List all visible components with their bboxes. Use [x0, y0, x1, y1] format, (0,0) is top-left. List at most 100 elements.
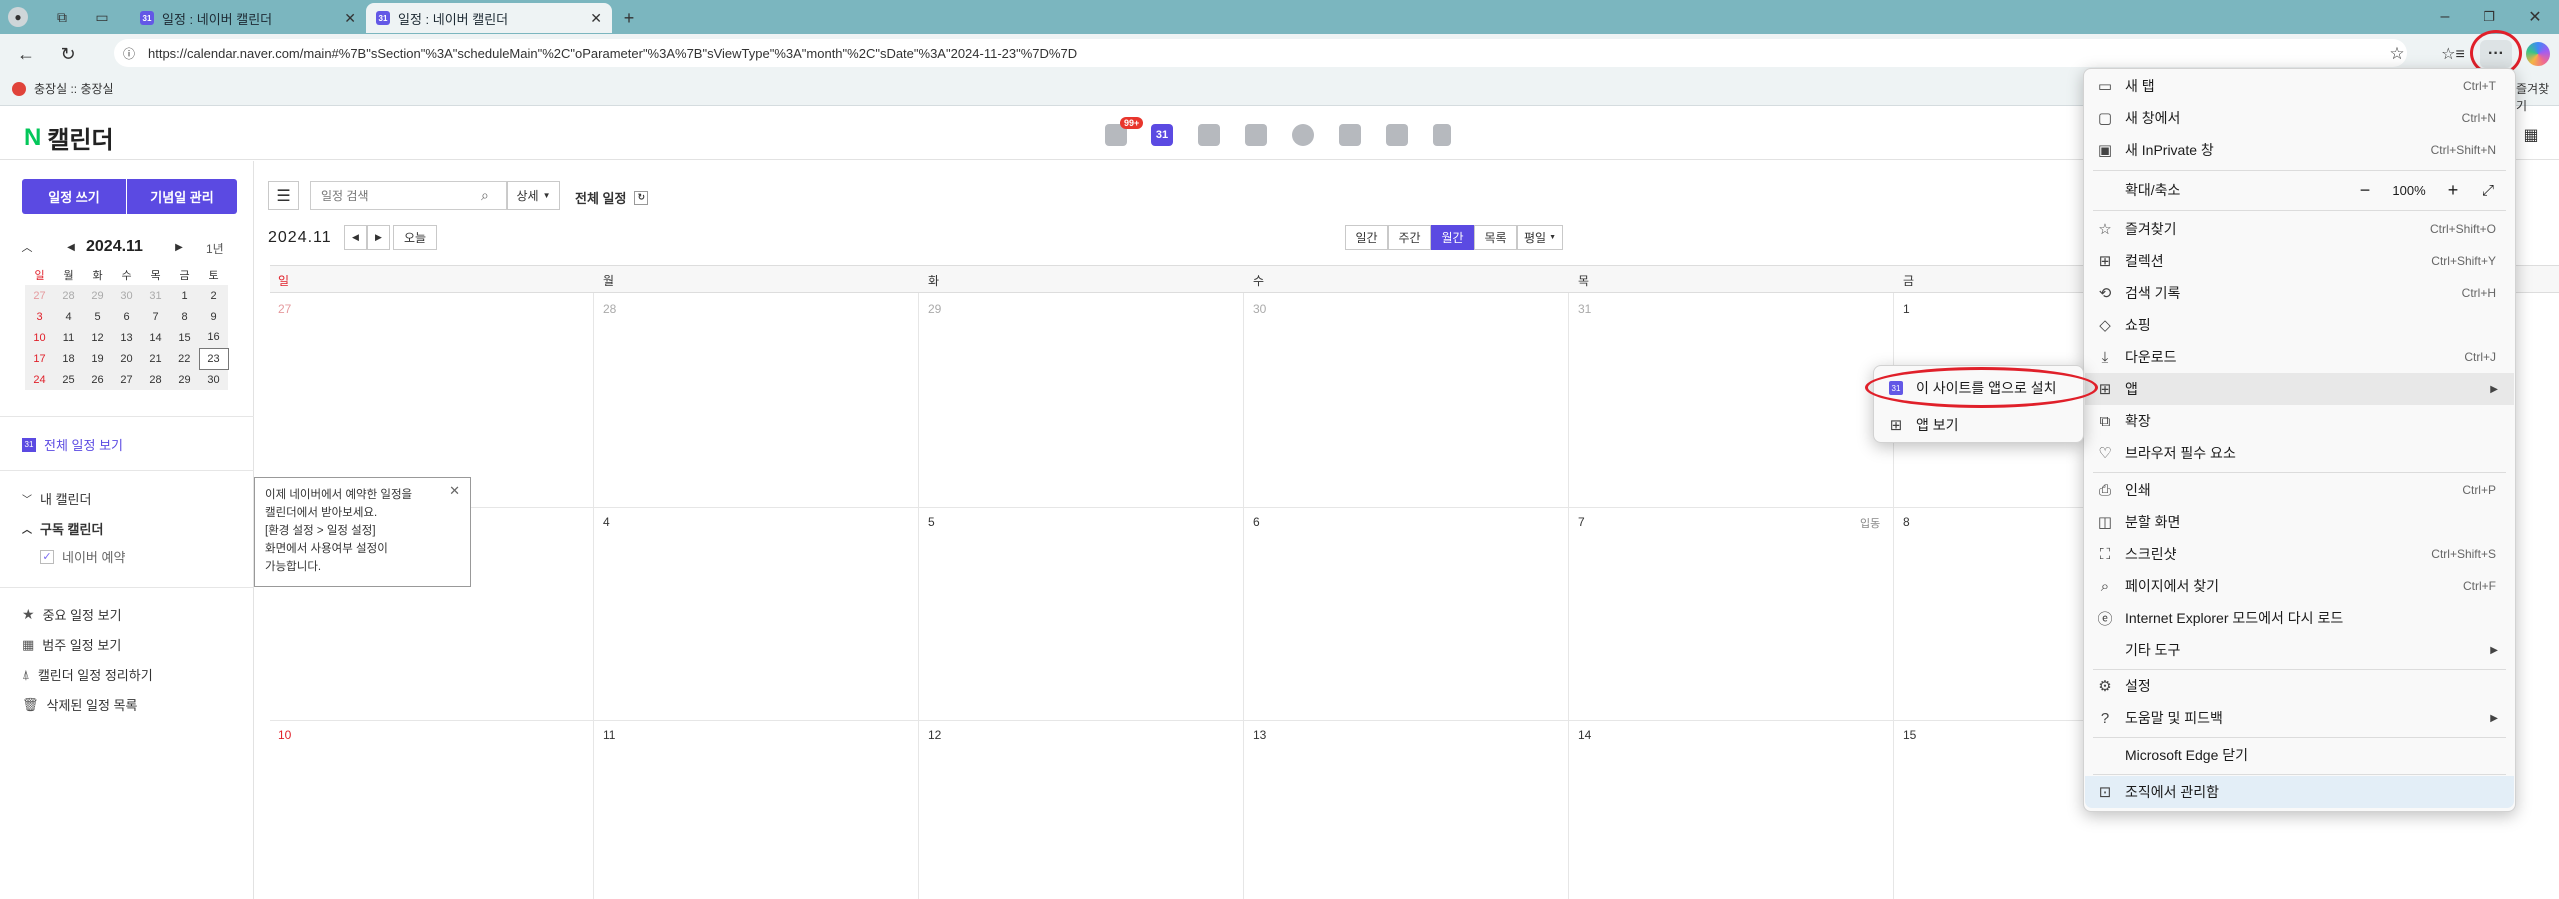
day-cell-number[interactable]: 6	[1253, 515, 1260, 529]
new-tab-plus-icon[interactable]: +	[618, 7, 640, 29]
day-cell-number[interactable]: 11	[603, 728, 615, 742]
mini-day[interactable]: 1	[170, 285, 199, 306]
mini-day[interactable]: 29	[170, 369, 199, 390]
mini-day[interactable]: 26	[83, 369, 112, 390]
day-cell-number[interactable]: 5	[928, 515, 935, 529]
menu-item-inprivate[interactable]: ▣ 새 InPrivate 창 Ctrl+Shift+N	[2085, 134, 2514, 166]
mini-day[interactable]: 10	[25, 327, 54, 348]
category-schedules-link[interactable]: ▦ 범주 일정 보기	[22, 635, 121, 654]
mini-day[interactable]: 5	[83, 306, 112, 327]
day-cell-number[interactable]: 12	[928, 728, 941, 742]
menu-item-find[interactable]: ⌕ 페이지에서 찾기 Ctrl+F	[2085, 570, 2514, 602]
mini-day[interactable]: 22	[170, 348, 199, 369]
mini-day[interactable]: 19	[83, 348, 112, 369]
mini-day[interactable]: 28	[54, 285, 83, 306]
menu-item-close-edge[interactable]: Microsoft Edge 닫기	[2085, 739, 2514, 771]
anniversary-button[interactable]: 기념일 관리	[127, 179, 237, 214]
day-cell-number[interactable]: 10	[278, 728, 291, 742]
mini-day[interactable]: 25	[54, 369, 83, 390]
mini-day[interactable]: 15	[170, 327, 199, 348]
organize-schedules-link[interactable]: ⍋ 캘린더 일정 정리하기	[22, 665, 153, 684]
mini-day[interactable]: 6	[112, 306, 141, 327]
mini-calendar-collapse-icon[interactable]: ︿	[20, 240, 34, 254]
prev-month-button[interactable]: ◀	[344, 225, 367, 250]
menu-item-split-screen[interactable]: ◫ 분할 화면	[2085, 506, 2514, 538]
mini-day[interactable]: 27	[112, 369, 141, 390]
refresh-icon[interactable]: ↻	[56, 42, 80, 66]
view-list-button[interactable]: 목록	[1474, 225, 1517, 250]
home-service-icon[interactable]	[1386, 124, 1408, 146]
day-cell-number[interactable]: 27	[278, 302, 291, 316]
mini-day[interactable]: 24	[25, 369, 54, 390]
search-input[interactable]	[321, 188, 481, 203]
photo-service-icon[interactable]	[1198, 124, 1220, 146]
view-day-button[interactable]: 일간	[1345, 225, 1388, 250]
mini-day[interactable]: 9	[199, 306, 228, 327]
view-week-button[interactable]: 주간	[1388, 225, 1431, 250]
tab-2[interactable]: 31 일정 : 네이버 캘린더 ✕	[366, 3, 612, 33]
write-schedule-button[interactable]: 일정 쓰기	[22, 179, 126, 214]
view-apps[interactable]: ⊞ 앱 보기	[1876, 409, 2081, 441]
refresh-small-icon[interactable]: ↻	[634, 190, 649, 205]
my-calendars-toggle[interactable]: ﹀ 내 캘린더	[22, 489, 91, 508]
mini-day[interactable]: 16	[199, 327, 228, 348]
mini-day[interactable]: 28	[141, 369, 170, 390]
contacts-service-icon[interactable]	[1245, 124, 1267, 146]
zoom-in-icon[interactable]: +	[2438, 180, 2468, 201]
mini-day[interactable]: 30	[199, 369, 228, 390]
day-cell-number[interactable]: 29	[928, 302, 941, 316]
close-tab-icon[interactable]: ✕	[590, 10, 602, 27]
day-cell-number[interactable]: 31	[1578, 302, 1591, 316]
mini-day[interactable]: 27	[25, 285, 54, 306]
day-cell-number[interactable]: 7	[1578, 515, 1585, 529]
fullscreen-icon[interactable]: ⤢	[2468, 182, 2508, 199]
subscribed-calendars-toggle[interactable]: ︿ 구독 캘린더	[22, 519, 103, 538]
day-cell-number[interactable]: 14	[1578, 728, 1591, 742]
all-schedules-filter[interactable]: 전체 일정 ↻	[575, 188, 649, 207]
add-favorite-star-icon[interactable]: ☆	[2386, 43, 2408, 65]
restore-icon[interactable]: ❐	[2478, 6, 2500, 28]
close-tab-icon[interactable]: ✕	[344, 10, 356, 27]
hamburger-menu-icon[interactable]: ☰	[268, 181, 299, 210]
memo-service-icon[interactable]	[1339, 124, 1361, 146]
menu-item-managed-by-org[interactable]: ⊡ 조직에서 관리함	[2085, 776, 2514, 808]
mini-day[interactable]: 11	[54, 327, 83, 348]
menu-item-favorites[interactable]: ☆ 즐겨찾기 Ctrl+Shift+O	[2085, 213, 2514, 245]
favorites-toolbar-icon[interactable]: ☆≡	[2441, 43, 2465, 65]
calendar-logo[interactable]: N 캘린더	[24, 120, 114, 155]
menu-item-screenshot[interactable]: ⛶ 스크린샷 Ctrl+Shift+S	[2085, 538, 2514, 570]
bookmark-service-icon[interactable]	[1433, 124, 1451, 146]
important-schedules-link[interactable]: ★ 중요 일정 보기	[22, 605, 122, 624]
menu-item-settings[interactable]: ⚙ 설정	[2085, 670, 2514, 702]
mini-day[interactable]: 17	[25, 348, 54, 369]
address-bar[interactable]: https://calendar.naver.com/main#%7B"sSec…	[114, 39, 2407, 67]
menu-item-print[interactable]: ⎙ 인쇄 Ctrl+P	[2085, 474, 2514, 506]
search-icon[interactable]: ⌕	[481, 187, 489, 204]
app-grid-icon[interactable]: ▦	[2520, 124, 2542, 146]
menu-item-extensions[interactable]: ⧉ 확장	[2085, 405, 2514, 437]
day-cell-number[interactable]: 15	[1903, 728, 1916, 742]
mini-day[interactable]: 13	[112, 327, 141, 348]
day-cell-number[interactable]: 8	[1903, 515, 1910, 529]
day-cell-number[interactable]: 30	[1253, 302, 1266, 316]
mini-day[interactable]: 29	[83, 285, 112, 306]
menu-item-ie-mode[interactable]: ⓔ Internet Explorer 모드에서 다시 로드	[2085, 602, 2514, 634]
menu-item-shopping[interactable]: ◇ 쇼핑	[2085, 309, 2514, 341]
today-button[interactable]: 오늘	[393, 225, 437, 250]
day-cell-number[interactable]: 4	[603, 515, 610, 529]
mini-day[interactable]: 31	[141, 285, 170, 306]
day-cell-number[interactable]: 1	[1903, 302, 1910, 316]
mini-year-link[interactable]: 1년	[206, 240, 224, 257]
mini-next-month-icon[interactable]: ▶	[172, 240, 186, 254]
view-month-button[interactable]: 월간	[1431, 225, 1474, 250]
menu-item-apps[interactable]: ⊞ 앱 ▶	[2085, 373, 2514, 405]
zoom-out-icon[interactable]: −	[2350, 180, 2380, 201]
mini-day[interactable]: 14	[141, 327, 170, 348]
view-all-link[interactable]: 31 전체 일정 보기	[22, 435, 123, 454]
subscribed-item-naver-reservation[interactable]: ✓ 네이버 예약	[40, 547, 125, 566]
mini-day-selected[interactable]: 23	[198, 347, 229, 370]
close-icon[interactable]: ✕	[449, 482, 460, 500]
deleted-schedules-link[interactable]: 🗑 삭제된 일정 목록	[22, 695, 137, 714]
calendar-service-icon[interactable]: 31	[1151, 124, 1173, 146]
mini-day[interactable]: 7	[141, 306, 170, 327]
